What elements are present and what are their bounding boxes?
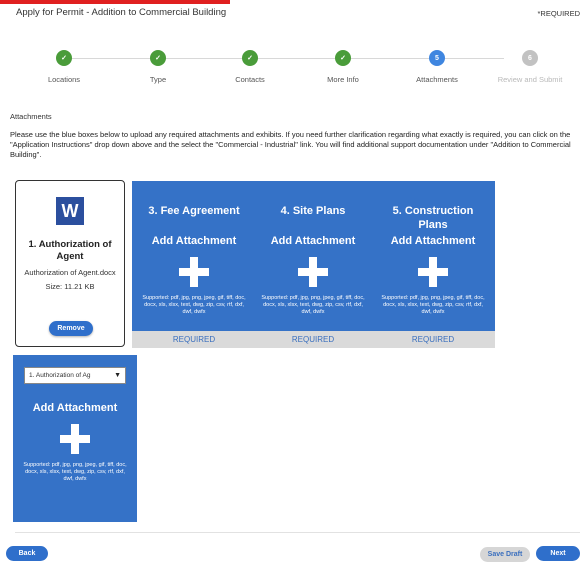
page-title: Apply for Permit - Addition to Commercia… <box>16 7 227 18</box>
card-title: 4. Site Plans <box>280 205 346 217</box>
remove-button[interactable]: Remove <box>49 321 93 336</box>
word-document-icon: W <box>56 197 84 225</box>
add-attachment-label: Add Attachment <box>32 402 118 414</box>
step-locations[interactable]: ✓ Locations <box>19 50 109 84</box>
required-badge: REQUIRED <box>371 331 495 348</box>
attachment-type-select[interactable]: 1. Authorization of Ag ▼ <box>24 367 126 384</box>
section-title: Attachments <box>10 112 52 121</box>
attachment-card-fee-agreement[interactable]: 3. Fee Agreement Add Attachment Supporte… <box>132 181 256 348</box>
progress-stepper: ✓ Locations ✓ Type ✓ Contacts ✓ More Inf… <box>20 38 580 88</box>
step-number: 5 <box>429 50 445 66</box>
check-icon: ✓ <box>56 50 72 66</box>
required-note: *REQUIRED <box>537 9 580 18</box>
attachment-card-site-plans[interactable]: 4. Site Plans Add Attachment Supported: … <box>251 181 375 348</box>
step-type[interactable]: ✓ Type <box>113 50 203 84</box>
required-badge: REQUIRED <box>251 331 375 348</box>
card-title: 3. Fee Agreement <box>148 205 240 217</box>
required-badge: REQUIRED <box>132 331 256 348</box>
add-attachment-label: Add Attachment <box>151 235 237 247</box>
step-review-submit: 6 Review and Submit <box>485 50 575 84</box>
add-attachment-label: Add Attachment <box>390 235 476 247</box>
supported-formats: Supported: pdf, jpg, png, jpeg, gif, tif… <box>142 295 246 315</box>
step-label: Type <box>149 75 167 84</box>
attachment-card-construction-plans[interactable]: 5. Construction Plans Add Attachment Sup… <box>371 181 495 348</box>
supported-formats: Supported: pdf, jpg, png, jpeg, gif, tif… <box>261 295 365 315</box>
additional-attachment-card[interactable]: 1. Authorization of Ag ▼ Add Attachment … <box>13 355 137 522</box>
select-value: 1. Authorization of Ag <box>29 372 91 379</box>
instructions-text: Please use the blue boxes below to uploa… <box>10 130 571 159</box>
plus-icon <box>298 257 328 287</box>
step-label: More Info <box>327 75 359 84</box>
plus-icon <box>179 257 209 287</box>
supported-formats: Supported: pdf, jpg, png, jpeg, gif, tif… <box>23 462 127 482</box>
step-label: Contacts <box>235 75 265 84</box>
attachment-size: Size: 11.21 KB <box>45 282 95 291</box>
attachment-filename: Authorization of Agent.docx <box>24 268 116 277</box>
uploaded-attachment-card: W 1. Authorization of Agent Authorizatio… <box>15 180 125 347</box>
check-icon: ✓ <box>150 50 166 66</box>
back-button[interactable]: Back <box>6 546 48 561</box>
step-label: Review and Submit <box>497 75 563 84</box>
step-number: 6 <box>522 50 538 66</box>
check-icon: ✓ <box>242 50 258 66</box>
step-contacts[interactable]: ✓ Contacts <box>205 50 295 84</box>
supported-formats: Supported: pdf, jpg, png, jpeg, gif, tif… <box>381 295 485 315</box>
footer-divider <box>15 532 580 533</box>
plus-icon <box>418 257 448 287</box>
add-attachment-label: Add Attachment <box>270 235 356 247</box>
save-draft-button[interactable]: Save Draft <box>480 547 530 562</box>
attachment-title: 1. Authorization of Agent <box>28 239 112 262</box>
card-title: 5. Construction Plans <box>392 205 474 231</box>
step-more-info[interactable]: ✓ More Info <box>298 50 388 84</box>
step-label: Locations <box>47 75 81 84</box>
step-label: Attachments <box>416 75 458 84</box>
top-accent-bar <box>0 0 230 4</box>
plus-icon <box>60 424 90 454</box>
caret-down-icon: ▼ <box>114 372 121 379</box>
next-button[interactable]: Next <box>536 546 580 561</box>
step-attachments[interactable]: 5 Attachments <box>392 50 482 84</box>
check-icon: ✓ <box>335 50 351 66</box>
